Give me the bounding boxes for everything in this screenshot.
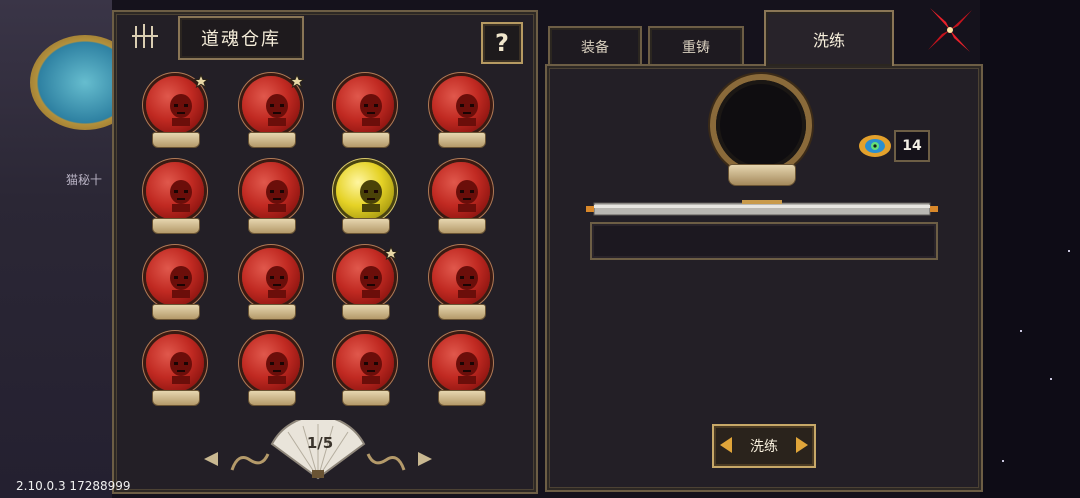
soul-item[interactable] <box>330 158 400 238</box>
soul-item[interactable] <box>330 244 400 324</box>
arrow-left-icon <box>720 437 732 453</box>
tab-refine[interactable]: 洗练 <box>764 10 894 66</box>
soul-face-icon <box>170 266 192 298</box>
soul-face-icon <box>360 180 382 212</box>
page-indicator: 1/5 <box>306 434 334 452</box>
star-badge-icon <box>384 246 398 260</box>
prev-page-arrow-icon[interactable] <box>204 452 218 466</box>
soul-orb <box>432 162 490 220</box>
soul-face-icon <box>456 94 478 126</box>
soul-stand <box>438 218 486 234</box>
tab-recast[interactable]: 重铸 <box>648 26 744 68</box>
soul-stand <box>248 304 296 320</box>
soul-item[interactable] <box>140 158 210 238</box>
soul-stand <box>248 218 296 234</box>
soul-stand <box>342 304 390 320</box>
soul-stand <box>342 390 390 406</box>
soul-stand <box>438 390 486 406</box>
soul-stand <box>438 304 486 320</box>
soul-item[interactable] <box>330 72 400 152</box>
version-label: 2.10.0.3 17288999 <box>16 479 131 493</box>
soul-item[interactable] <box>426 72 496 152</box>
soul-orb <box>146 334 204 392</box>
star <box>1002 460 1004 462</box>
star-badge-icon <box>194 74 208 88</box>
soul-face-icon <box>360 94 382 126</box>
eye-gem-icon <box>859 135 891 157</box>
soul-face-icon <box>170 94 192 126</box>
soul-orb <box>242 162 300 220</box>
attribute-display-box <box>590 222 938 260</box>
attribute-scroll-bar <box>586 200 938 216</box>
soul-item[interactable] <box>426 244 496 324</box>
soul-item[interactable] <box>236 158 306 238</box>
soul-orb <box>336 76 394 134</box>
soul-face-icon <box>266 180 288 212</box>
refine-button-label: 洗练 <box>750 439 778 455</box>
star <box>1068 250 1070 252</box>
soul-item[interactable] <box>140 330 210 410</box>
soul-stand <box>152 218 200 234</box>
panel-title: 道魂仓库 <box>178 16 304 60</box>
soul-item[interactable] <box>426 330 496 410</box>
soul-face-icon <box>456 266 478 298</box>
soul-face-icon <box>170 352 192 384</box>
soul-stand <box>342 132 390 148</box>
soul-stand <box>152 304 200 320</box>
soul-stand <box>152 390 200 406</box>
soul-slot-ring[interactable] <box>716 80 806 170</box>
soul-slot-stand <box>728 164 796 186</box>
background-npc-label: 猫秘十 <box>66 173 103 187</box>
soul-stand <box>342 218 390 234</box>
ornament-icon <box>230 453 270 471</box>
gem-count: 14 <box>894 130 930 162</box>
soul-orb <box>432 334 490 392</box>
soul-face-icon <box>456 180 478 212</box>
star-badge-icon <box>290 74 304 88</box>
soul-item[interactable] <box>330 330 400 410</box>
background-scene-right <box>980 0 1080 498</box>
soul-face-icon <box>266 94 288 126</box>
star <box>1020 330 1022 332</box>
refine-button[interactable]: 洗练 <box>712 424 816 468</box>
soul-orb <box>432 76 490 134</box>
soul-face-icon <box>456 352 478 384</box>
pinwheel-close-icon[interactable] <box>924 4 976 56</box>
soul-stand <box>248 132 296 148</box>
soul-item[interactable] <box>426 158 496 238</box>
soul-item[interactable] <box>140 244 210 324</box>
trident-icon <box>132 24 158 48</box>
soul-item[interactable] <box>236 72 306 152</box>
soul-face-icon <box>360 266 382 298</box>
soul-orb <box>146 248 204 306</box>
soul-face-icon <box>266 266 288 298</box>
soul-stand <box>152 132 200 148</box>
star <box>1050 378 1052 380</box>
soul-orb <box>146 162 204 220</box>
tab-equip[interactable]: 装备 <box>548 26 642 68</box>
soul-orb <box>432 248 490 306</box>
soul-stand <box>438 132 486 148</box>
help-button[interactable]: ? <box>481 22 523 64</box>
soul-orb <box>336 162 394 220</box>
soul-orb <box>242 248 300 306</box>
arrow-right-icon <box>796 437 808 453</box>
soul-face-icon <box>170 180 192 212</box>
soul-orb <box>336 334 394 392</box>
ornament-icon <box>366 453 406 471</box>
soul-stand <box>248 390 296 406</box>
soul-item[interactable] <box>236 330 306 410</box>
soul-face-icon <box>266 352 288 384</box>
soul-item[interactable] <box>140 72 210 152</box>
next-page-arrow-icon[interactable] <box>418 452 432 466</box>
soul-orb <box>242 334 300 392</box>
soul-item[interactable] <box>236 244 306 324</box>
soul-face-icon <box>360 352 382 384</box>
